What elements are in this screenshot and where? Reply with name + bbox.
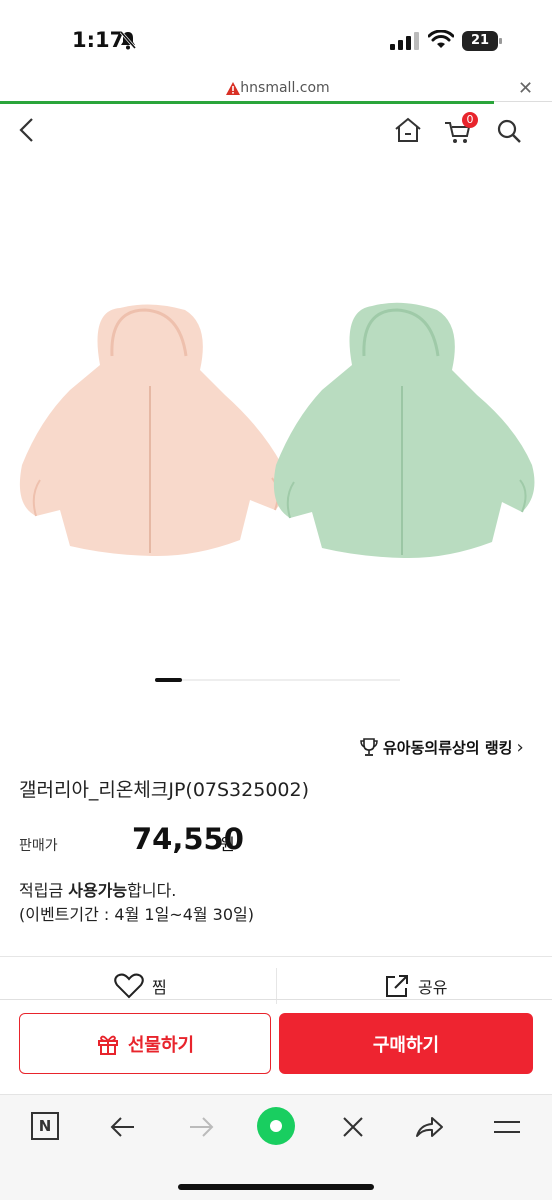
points-info: 적립금 사용가능합니다.: [19, 881, 177, 900]
progress-track: [494, 101, 552, 102]
home-indicator: [178, 1184, 374, 1190]
back-arrow-icon[interactable]: [16, 116, 38, 144]
share-button[interactable]: 공유: [384, 973, 447, 999]
bottom-sheet-border: [0, 999, 552, 1000]
page-load-progress: [0, 101, 494, 104]
address-bar-url[interactable]: hnsmall.com: [0, 80, 552, 96]
back-arrow-icon[interactable]: [108, 1112, 138, 1142]
cart-count-badge: 0: [462, 112, 478, 128]
green-jacket-image: [273, 302, 535, 559]
wishlist-button[interactable]: 찜: [114, 973, 167, 999]
naver-home-button[interactable]: N: [31, 1112, 59, 1140]
heart-icon: [114, 973, 144, 999]
menu-icon[interactable]: [492, 1112, 522, 1142]
buy-button[interactable]: 구매하기: [279, 1013, 533, 1074]
category-ranking-link[interactable]: 유아동의류상의 랭킹 ›: [359, 736, 524, 758]
price-label: 판매가: [19, 838, 58, 854]
product-image[interactable]: [0, 160, 552, 660]
forward-arrow-icon[interactable]: [186, 1112, 216, 1142]
close-tab-button[interactable]: ✕: [518, 78, 533, 99]
ranking-label: 유아동의류상의 랭킹: [383, 738, 513, 757]
green-dot-icon[interactable]: [256, 1106, 296, 1146]
gift-button[interactable]: 선물하기: [19, 1013, 271, 1074]
share-arrow-icon[interactable]: [414, 1112, 444, 1142]
trophy-icon: [360, 738, 378, 756]
search-icon[interactable]: [496, 118, 522, 144]
close-icon[interactable]: [338, 1112, 368, 1142]
gift-icon: [97, 1035, 118, 1055]
home-icon[interactable]: [394, 117, 422, 143]
divider: [0, 956, 552, 957]
price-currency: 원: [220, 835, 235, 854]
pink-jacket-image: [19, 304, 286, 557]
buy-label: 구매하기: [372, 1034, 440, 1056]
status-time: 1:17: [72, 28, 125, 52]
battery-icon: 21: [462, 31, 502, 51]
product-title: 갤러리아_리온체크JP(07S325002): [19, 779, 309, 801]
wifi-icon: [428, 30, 454, 48]
chevron-right-icon: ›: [516, 736, 524, 758]
share-label: 공유: [418, 978, 448, 997]
event-period: (이벤트기간 : 4월 1일~4월 30일): [19, 905, 255, 924]
battery-level: 21: [470, 33, 490, 48]
carousel-indicator-track: [182, 679, 400, 681]
bell-muted-icon: [119, 31, 137, 50]
share-icon: [386, 975, 408, 997]
signal-icon: [390, 32, 419, 50]
wishlist-label: 찜: [152, 978, 167, 997]
gift-label: 선물하기: [127, 1034, 195, 1056]
carousel-indicator-active: [155, 678, 182, 682]
